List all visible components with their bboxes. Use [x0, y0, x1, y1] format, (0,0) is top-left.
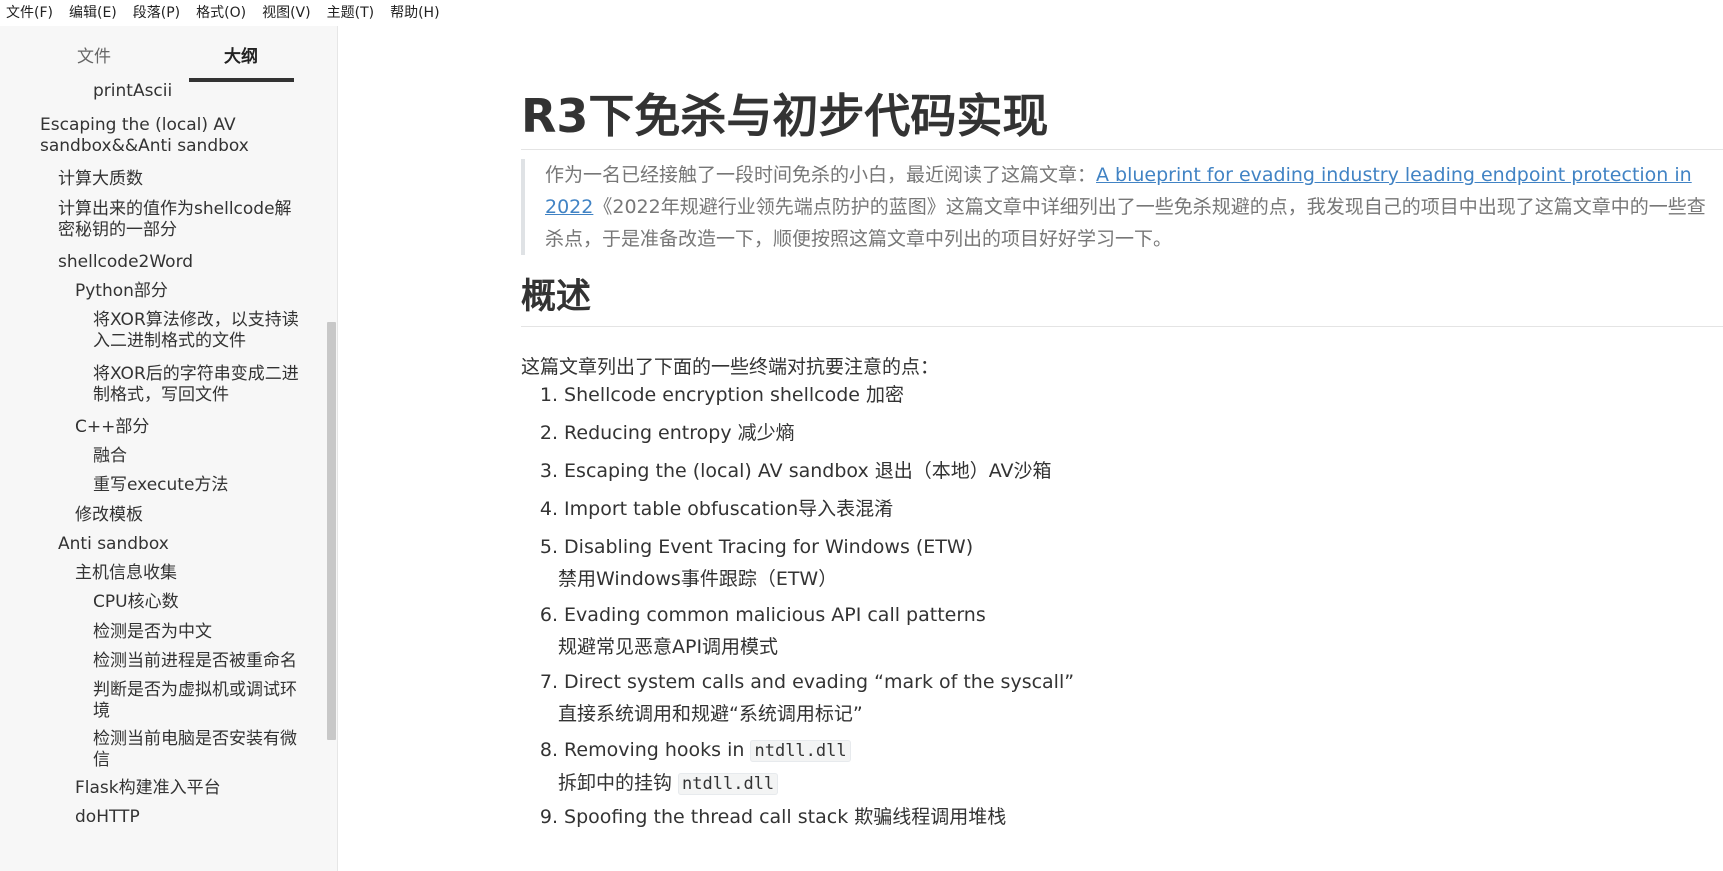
- list-subtext: 规避常见恶意API调用模式: [558, 636, 779, 658]
- outline-item[interactable]: C++部分: [75, 417, 322, 438]
- outline-item[interactable]: 计算出来的值作为shellcode解密秘钥的一部分: [58, 199, 322, 241]
- title-divider: [521, 149, 1723, 150]
- outline-item[interactable]: CPU核心数: [93, 592, 322, 613]
- outline-item[interactable]: 融合: [93, 446, 322, 467]
- list-number: 1.: [539, 384, 558, 406]
- inline-code: ntdll.dll: [750, 740, 851, 762]
- outline-item[interactable]: Escaping the (local) AV sandbox&&Anti sa…: [40, 115, 310, 157]
- list-item: 9. Spoofing the thread call stack 欺骗线程调用…: [521, 801, 1006, 833]
- inline-code: ntdll.dll: [678, 773, 779, 795]
- list-item: 3. Escaping the (local) AV sandbox 退出（本地…: [521, 455, 1052, 487]
- outline-list: printAscii Escaping the (local) AV sandb…: [0, 82, 322, 871]
- menu-view[interactable]: 视图(V): [254, 0, 319, 26]
- quote-text-suffix: 《2022年规避行业领先端点防护的蓝图》这篇文章中详细列出了一些免杀规避的点，我…: [545, 196, 1706, 250]
- outline-item[interactable]: 检测是否为中文: [93, 622, 322, 643]
- outline-item[interactable]: printAscii: [93, 82, 322, 102]
- list-subtext: 禁用Windows事件跟踪（ETW）: [558, 568, 838, 590]
- list-text: Escaping the (local) AV sandbox 退出（本地）AV…: [564, 460, 1052, 482]
- list-subtext: 拆卸中的挂钩 ntdll.dll: [521, 767, 851, 800]
- list-number: 2.: [539, 422, 558, 444]
- outline-item[interactable]: 检测当前进程是否被重命名: [93, 651, 322, 672]
- list-number: 8.: [539, 739, 558, 761]
- list-subtext-text: 拆卸中的挂钩: [558, 772, 679, 794]
- list-text: Evading common malicious API call patter…: [564, 604, 986, 626]
- list-subtext: 直接系统调用和规避“系统调用标记”: [558, 703, 863, 725]
- menu-bar: 文件(F) 编辑(E) 段落(P) 格式(O) 视图(V) 主题(T) 帮助(H…: [0, 0, 1723, 26]
- editor-content: R3下免杀与初步代码实现 作为一名已经接触了一段时间免杀的小白，最近阅读了这篇文…: [338, 26, 1723, 871]
- blockquote: 作为一名已经接触了一段时间免杀的小白，最近阅读了这篇文章：A blueprint…: [521, 159, 1723, 255]
- outline-item[interactable]: shellcode2Word: [58, 252, 322, 273]
- outline-item[interactable]: 检测当前电脑是否安装有微信: [93, 729, 322, 771]
- outline-item[interactable]: Python部分: [75, 281, 322, 302]
- outline-item[interactable]: 判断是否为虚拟机或调试环境: [93, 680, 322, 722]
- list-number: 6.: [539, 604, 558, 626]
- sidebar: 文件 大纲 printAscii Escaping the (local) AV…: [0, 26, 338, 871]
- outline-item[interactable]: 将XOR后的字符串变成二进制格式，写回文件: [93, 364, 322, 406]
- menu-format[interactable]: 格式(O): [188, 0, 254, 26]
- list-text: Disabling Event Tracing for Windows (ETW…: [564, 536, 974, 558]
- menu-edit[interactable]: 编辑(E): [61, 0, 125, 26]
- outline-item[interactable]: 重写execute方法: [93, 475, 322, 496]
- list-item: 1. Shellcode encryption shellcode 加密: [521, 379, 904, 411]
- list-number: 5.: [539, 536, 558, 558]
- outline-item[interactable]: Anti sandbox: [58, 534, 322, 555]
- menu-file[interactable]: 文件(F): [0, 0, 61, 26]
- list-text: Spoofing the thread call stack 欺骗线程调用堆栈: [564, 806, 1007, 828]
- sidebar-tabs: 文件 大纲: [0, 26, 337, 82]
- list-number: 9.: [539, 806, 558, 828]
- tab-files[interactable]: 文件: [77, 42, 111, 67]
- list-number: 7.: [539, 671, 558, 693]
- outline-item[interactable]: Flask构建准入平台: [75, 778, 322, 799]
- menu-help[interactable]: 帮助(H): [382, 0, 447, 26]
- list-number: 4.: [539, 498, 558, 520]
- section-heading: 概述: [521, 277, 592, 317]
- list-text: Shellcode encryption shellcode 加密: [564, 384, 905, 406]
- menu-theme[interactable]: 主题(T): [319, 0, 382, 26]
- list-number: 3.: [539, 460, 558, 482]
- outline-item[interactable]: 主机信息收集: [75, 563, 322, 584]
- list-text: Removing hooks in: [564, 739, 751, 761]
- list-item: 7. Direct system calls and evading “mark…: [521, 666, 1074, 730]
- list-text: Import table obfuscation导入表混淆: [564, 498, 894, 520]
- intro-paragraph: 这篇文章列出了下面的一些终端对抗要注意的点：: [521, 356, 940, 378]
- list-item: 6. Evading common malicious API call pat…: [521, 599, 986, 663]
- outline-item[interactable]: doHTTP: [75, 807, 322, 828]
- list-item: 4. Import table obfuscation导入表混淆: [521, 493, 893, 525]
- outline-item[interactable]: 修改模板: [75, 505, 322, 526]
- tab-outline[interactable]: 大纲: [224, 42, 258, 67]
- list-item: 2. Reducing entropy 减少熵: [521, 417, 795, 449]
- list-item: 5. Disabling Event Tracing for Windows (…: [521, 531, 973, 595]
- list-item: 8. Removing hooks in ntdll.dll 拆卸中的挂钩 nt…: [521, 734, 851, 800]
- outline-item[interactable]: 计算大质数: [58, 169, 322, 190]
- page-title: R3下免杀与初步代码实现: [521, 89, 1049, 143]
- sidebar-scrollbar[interactable]: [327, 322, 336, 740]
- section-divider: [521, 326, 1723, 327]
- list-text: Direct system calls and evading “mark of…: [564, 671, 1075, 693]
- quote-text-prefix: 作为一名已经接触了一段时间免杀的小白，最近阅读了这篇文章：: [545, 164, 1097, 186]
- menu-paragraph[interactable]: 段落(P): [125, 0, 188, 26]
- outline-item[interactable]: 将XOR算法修改，以支持读入二进制格式的文件: [93, 310, 322, 352]
- list-text: Reducing entropy 减少熵: [564, 422, 795, 444]
